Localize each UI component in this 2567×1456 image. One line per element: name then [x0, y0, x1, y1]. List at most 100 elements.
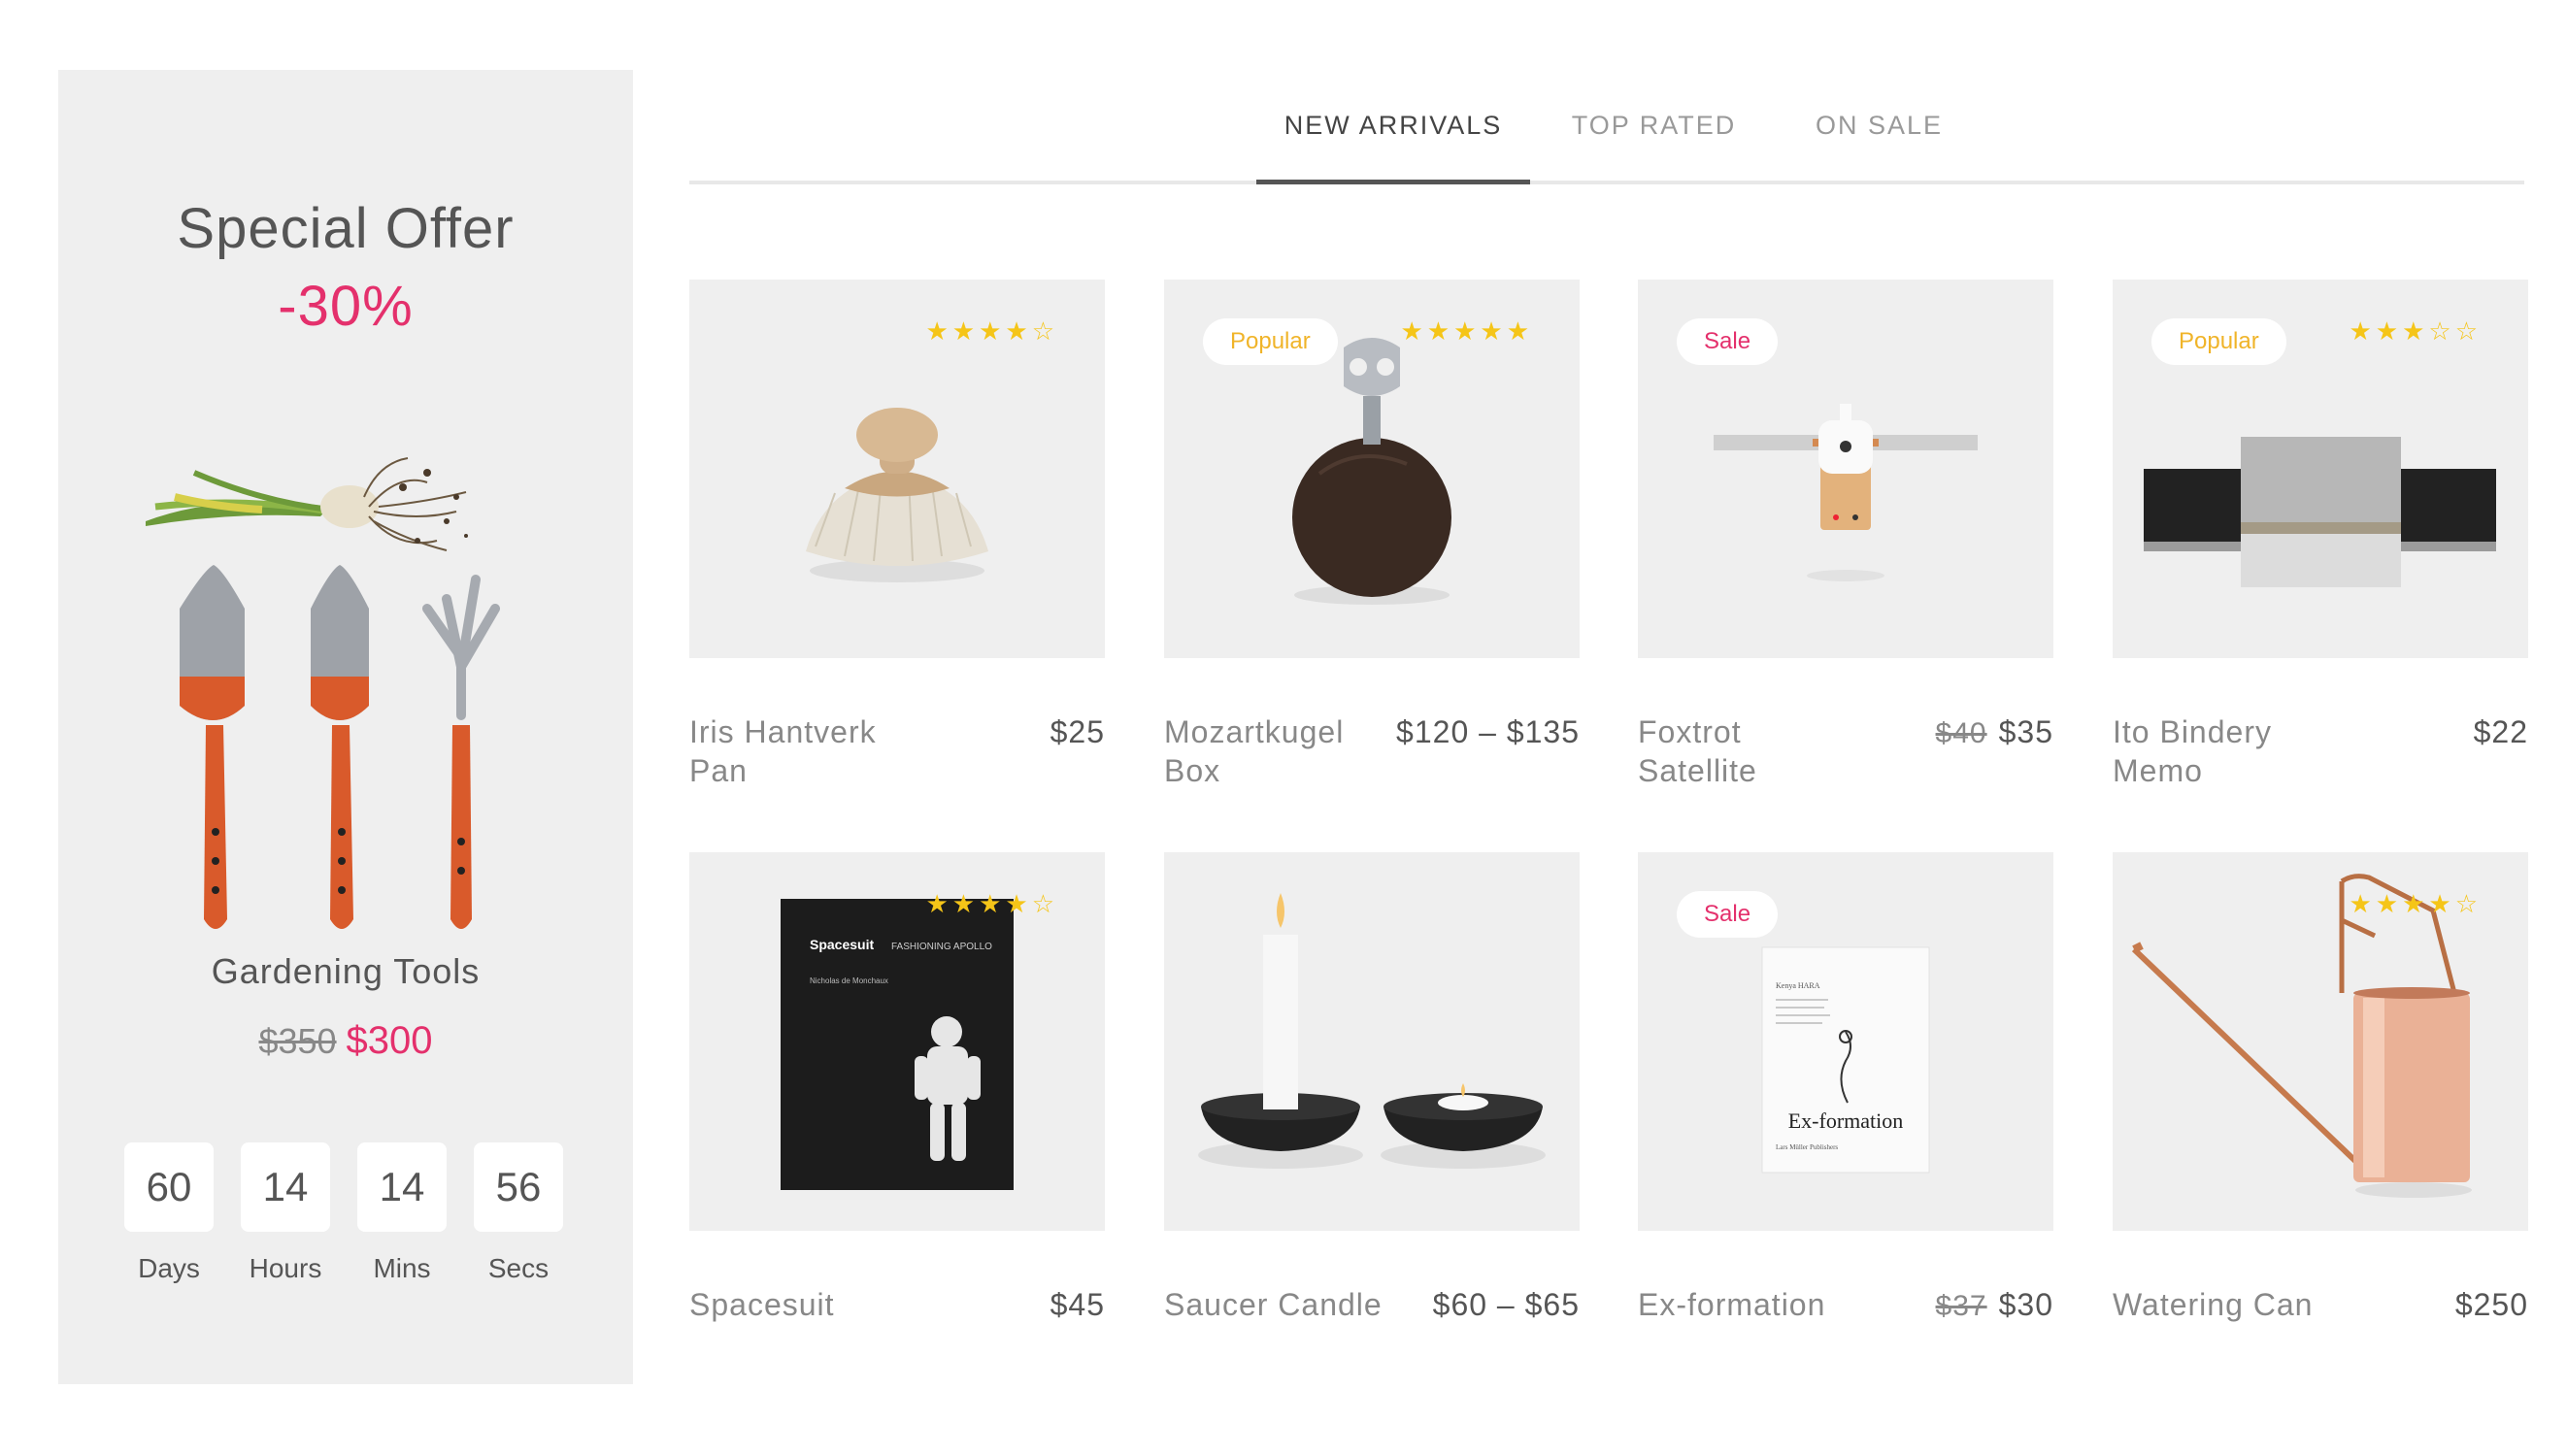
countdown-secs: 56 Secs: [474, 1142, 563, 1284]
countdown-value: 14: [357, 1142, 447, 1232]
product-price: $250: [2455, 1287, 2528, 1323]
product-card[interactable]: Spacesuit FASHIONING APOLLO Nicholas de …: [689, 852, 1105, 1322]
trowel-illustration-1: [180, 565, 245, 929]
star-outline-icon: ☆: [1031, 889, 1054, 918]
trowel-illustration-2: [311, 565, 369, 929]
price: $45: [1050, 1287, 1105, 1322]
price: $22: [2473, 714, 2528, 749]
rating-stars: ★ ★ ★ ★ ☆: [925, 318, 1054, 344]
popular-badge: Popular: [1203, 318, 1338, 365]
product-name[interactable]: Spacesuit: [689, 1285, 913, 1324]
countdown-label: Secs: [487, 1253, 550, 1283]
product-price: $60 – $65: [1433, 1287, 1580, 1323]
star-icon: ★: [1005, 316, 1028, 346]
star-icon: ★: [951, 889, 976, 918]
star-icon: ★: [1453, 316, 1477, 346]
product-card[interactable]: Kenya HARA Ex-formation Lars Müller Publ…: [1638, 852, 2053, 1322]
product-image[interactable]: Spacesuit FASHIONING APOLLO Nicholas de …: [689, 852, 1105, 1231]
product-price: $120 – $135: [1396, 714, 1580, 750]
product-name[interactable]: Ito Bindery Memo: [2113, 712, 2336, 790]
sale-badge: Sale: [1677, 318, 1779, 365]
bulb-plant-illustration: [146, 457, 468, 551]
product-image[interactable]: Kenya HARA Ex-formation Lars Müller Publ…: [1638, 852, 2053, 1231]
countdown-days: 60 Days: [124, 1142, 214, 1284]
product-card[interactable]: Popular ★ ★ ★ ★ ★ Mozartkugel Box $120 – $13…: [1164, 280, 1580, 788]
price: $35: [1998, 714, 2053, 749]
product-price: $45: [1050, 1287, 1105, 1323]
svg-text:Kenya HARA: Kenya HARA: [1776, 981, 1820, 990]
star-icon: ★: [2375, 316, 2399, 346]
star-icon: ★: [925, 889, 949, 918]
tabs-divider: [689, 181, 2524, 184]
svg-text:Ex-formation: Ex-formation: [1788, 1109, 1904, 1133]
price: $30: [1998, 1287, 2053, 1322]
product-card[interactable]: Sale Foxtrot Satellite $40 $35: [1638, 280, 2053, 788]
countdown-value: 14: [241, 1142, 330, 1232]
product-price: $22: [2474, 714, 2528, 750]
star-icon: ★: [979, 316, 1002, 346]
star-outline-icon: ☆: [2454, 316, 2478, 346]
sale-badge: Sale: [1677, 891, 1779, 938]
star-icon: ★: [925, 316, 949, 346]
star-outline-icon: ☆: [2428, 316, 2451, 346]
countdown-mins: 14 Mins: [357, 1142, 447, 1284]
star-icon: ★: [2349, 316, 2372, 346]
tab-top-rated[interactable]: TOP RATED: [1530, 97, 1778, 141]
product-image[interactable]: Popular ★ ★ ★ ★ ★: [1164, 280, 1580, 658]
product-image[interactable]: Popular ★ ★ ★ ☆ ☆: [2113, 280, 2528, 658]
star-icon: ★: [2402, 316, 2425, 346]
product-name[interactable]: Watering Can: [2113, 1285, 2336, 1324]
gardening-tools-image[interactable]: [136, 414, 544, 977]
product-name[interactable]: Mozartkugel Box: [1164, 712, 1387, 790]
countdown-label: Hours: [249, 1253, 322, 1283]
product-name[interactable]: Foxtrot Satellite: [1638, 712, 1861, 790]
old-price: $37: [1935, 1290, 1987, 1322]
product-card[interactable]: Popular ★ ★ ★ ☆ ☆ Ito Bindery Memo $22: [2113, 280, 2528, 788]
product-card[interactable]: ★ ★ ★ ★ ☆ Watering Can $250: [2113, 852, 2528, 1322]
special-offer-discount: -30%: [278, 275, 414, 338]
product-name[interactable]: Ex-formation: [1638, 1285, 1861, 1324]
rating-stars: ★ ★ ★ ★ ★: [1400, 318, 1529, 344]
svg-text:Spacesuit: Spacesuit: [810, 937, 874, 952]
star-icon: ★: [1480, 316, 1503, 346]
product-price: $40 $35: [1936, 714, 2053, 750]
star-icon: ★: [1506, 316, 1529, 346]
product-name[interactable]: Saucer Candle: [1164, 1285, 1387, 1324]
cultivator-illustration: [422, 575, 500, 929]
star-icon: ★: [951, 316, 976, 346]
product-price: $37 $30: [1936, 1287, 2053, 1323]
tab-on-sale[interactable]: ON SALE: [1778, 97, 1981, 141]
price: $25: [1050, 714, 1105, 749]
rating-stars: ★ ★ ★ ☆ ☆: [2349, 318, 2478, 344]
tab-new-arrivals[interactable]: NEW ARRIVALS: [1256, 97, 1530, 141]
star-icon: ★: [1426, 316, 1450, 346]
special-offer-product-name[interactable]: Gardening Tools: [58, 951, 633, 992]
special-offer-panel[interactable]: Special Offer -30% Gardening Tools $350 …: [58, 70, 633, 1384]
svg-text:Nicholas de Monchaux: Nicholas de Monchaux: [810, 976, 888, 985]
price: $250: [2454, 1287, 2528, 1322]
star-outline-icon: ☆: [1031, 316, 1054, 346]
popular-badge: Popular: [2151, 318, 2286, 365]
product-card[interactable]: ★ ★ ★ ★ ☆ Iris Hantverk Pan $25: [689, 280, 1105, 788]
product-image[interactable]: ★ ★ ★ ★ ☆: [2113, 852, 2528, 1231]
countdown-value: 60: [124, 1142, 214, 1232]
star-icon: ★: [979, 889, 1002, 918]
product-name[interactable]: Iris Hantverk Pan: [689, 712, 913, 790]
price: $60 – $65: [1432, 1287, 1580, 1322]
product-card[interactable]: Saucer Candle $60 – $65: [1164, 852, 1580, 1322]
star-half-icon: ★: [2428, 889, 2451, 918]
old-price: $40: [1935, 717, 1987, 749]
product-image[interactable]: ★ ★ ★ ★ ☆: [689, 280, 1105, 658]
countdown-hours: 14 Hours: [241, 1142, 330, 1284]
star-half-icon: ★: [1005, 889, 1028, 918]
star-icon: ★: [1400, 316, 1423, 346]
special-offer-title: Special Offer: [177, 197, 515, 260]
product-image[interactable]: [1164, 852, 1580, 1231]
old-price: $350: [258, 1021, 337, 1061]
star-icon: ★: [2402, 889, 2425, 918]
product-image[interactable]: Sale: [1638, 280, 2053, 658]
countdown-value: 56: [474, 1142, 563, 1232]
star-outline-icon: ☆: [2454, 889, 2478, 918]
rating-stars: ★ ★ ★ ★ ☆: [925, 891, 1054, 916]
saucer-candle-illustration: [1198, 893, 1546, 1169]
